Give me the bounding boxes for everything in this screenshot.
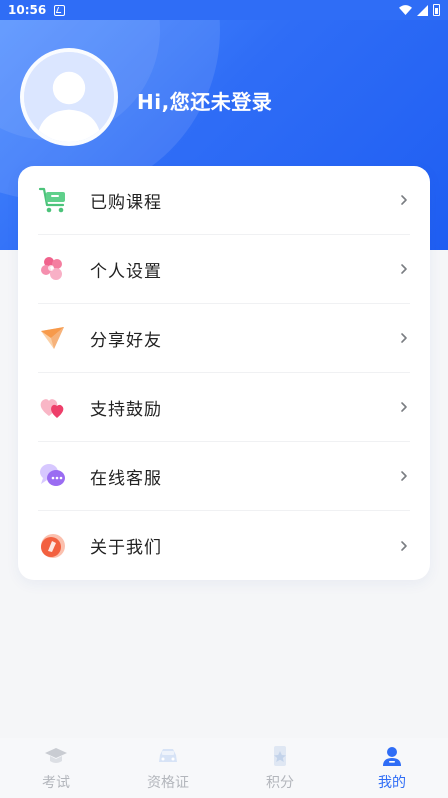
menu-item-personal-settings[interactable]: 个人设置 bbox=[38, 235, 410, 304]
tab-label: 资格证 bbox=[147, 775, 189, 791]
menu-item-label: 分享好友 bbox=[90, 330, 162, 351]
tab-label: 考试 bbox=[42, 775, 70, 791]
chat-bubble-icon bbox=[40, 464, 65, 486]
menu-item-label: 支持鼓励 bbox=[90, 399, 162, 420]
battery-icon bbox=[433, 4, 440, 16]
app-root: 10:56 Hi,您还未登录 已购课程 个人设置 分享好友 支持鼓励 在线客服 … bbox=[0, 0, 448, 798]
menu-item-online-service[interactable]: 在线客服 bbox=[38, 442, 410, 511]
tab-mine[interactable]: 我的 bbox=[336, 738, 448, 798]
avatar[interactable] bbox=[20, 48, 118, 146]
status-bar: 10:56 bbox=[0, 0, 448, 20]
menu-item-purchased-courses[interactable]: 已购课程 bbox=[38, 166, 410, 235]
user-icon bbox=[383, 747, 401, 766]
graduation-cap-icon bbox=[45, 748, 67, 763]
info-circle-icon bbox=[41, 533, 65, 558]
tab-exam[interactable]: 考试 bbox=[0, 738, 112, 798]
hearts-icon bbox=[40, 399, 64, 418]
menu-item-about-us[interactable]: 关于我们 bbox=[38, 511, 410, 580]
status-time: 10:56 bbox=[8, 3, 47, 17]
star-badge-icon bbox=[274, 746, 286, 766]
login-prompt[interactable]: Hi,您还未登录 bbox=[137, 86, 272, 115]
chevron-right-icon bbox=[401, 333, 407, 343]
chevron-right-icon bbox=[401, 264, 407, 274]
menu-item-label: 已购课程 bbox=[90, 192, 162, 213]
car-icon bbox=[159, 749, 177, 762]
menu-item-support[interactable]: 支持鼓励 bbox=[38, 373, 410, 442]
notification-icon bbox=[54, 4, 66, 16]
menu-item-label: 关于我们 bbox=[90, 538, 162, 558]
wifi-icon bbox=[399, 5, 412, 15]
menu-item-label: 在线客服 bbox=[90, 468, 162, 489]
bottom-tab-bar: 考试 资格证 积分 我的 bbox=[0, 738, 448, 798]
chevron-right-icon bbox=[401, 471, 407, 481]
chevron-right-icon bbox=[401, 195, 407, 205]
chevron-right-icon bbox=[401, 402, 407, 412]
default-avatar-icon bbox=[24, 52, 114, 142]
chevron-right-icon bbox=[401, 540, 407, 551]
tab-points[interactable]: 积分 bbox=[224, 738, 336, 798]
menu-item-label: 个人设置 bbox=[90, 261, 162, 282]
paper-plane-icon bbox=[41, 327, 64, 349]
tab-label: 积分 bbox=[266, 775, 294, 791]
menu-item-share-friends[interactable]: 分享好友 bbox=[38, 304, 410, 373]
flower-settings-icon bbox=[41, 257, 62, 280]
signal-icon bbox=[417, 4, 428, 16]
menu-card: 已购课程 个人设置 分享好友 支持鼓励 在线客服 关于我们 bbox=[18, 166, 430, 580]
status-icons bbox=[399, 4, 440, 16]
cart-icon bbox=[38, 187, 65, 213]
tab-label: 我的 bbox=[378, 775, 406, 791]
tab-certificate[interactable]: 资格证 bbox=[112, 738, 224, 798]
